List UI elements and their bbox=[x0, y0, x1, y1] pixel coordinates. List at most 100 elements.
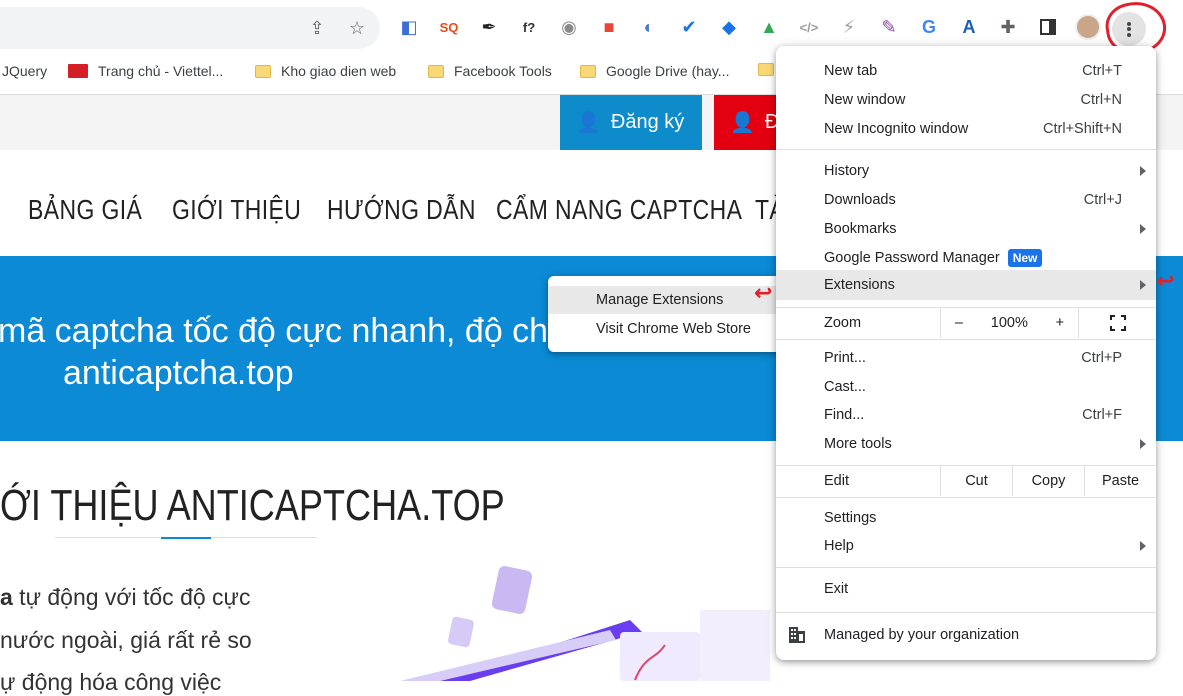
menu-item-label: Google Password Manager bbox=[824, 250, 1000, 266]
shortcut-label: Ctrl+N bbox=[1080, 92, 1123, 108]
camera-ext-icon[interactable]: ◉ bbox=[558, 16, 580, 38]
zoom-controls: – 100% + bbox=[940, 308, 1078, 338]
exit-item[interactable]: Exit bbox=[776, 575, 1156, 603]
bookmark-folder-facebook[interactable]: Facebook Tools bbox=[428, 63, 552, 79]
new-tab-item[interactable]: New tab Ctrl+T bbox=[776, 57, 1156, 85]
menu-item-label: New tab bbox=[824, 63, 878, 79]
menu-item-label: History bbox=[824, 163, 870, 179]
copy-button[interactable]: Copy bbox=[1012, 466, 1084, 496]
seoquake-ext-icon[interactable]: SQ bbox=[438, 16, 460, 38]
font-a-ext-icon[interactable]: A bbox=[958, 16, 980, 38]
lightning-ext-icon[interactable]: ⚡ bbox=[838, 16, 860, 38]
folder-icon bbox=[758, 63, 774, 76]
profile-avatar[interactable] bbox=[1075, 14, 1101, 40]
tag-ext-icon[interactable]: ◆ bbox=[718, 16, 740, 38]
find-item[interactable]: Find... Ctrl+F bbox=[776, 401, 1156, 429]
extensions-item[interactable]: Extensions bbox=[776, 270, 1156, 300]
menu-divider bbox=[776, 567, 1156, 568]
cast-item[interactable]: Cast... bbox=[776, 373, 1156, 401]
cut-label: Cut bbox=[965, 473, 988, 489]
zoom-level: 100% bbox=[990, 315, 1028, 331]
bold-text: a bbox=[0, 584, 13, 610]
new-window-item[interactable]: New window Ctrl+N bbox=[776, 86, 1156, 114]
extensions-submenu: Manage Extensions Visit Chrome Web Store bbox=[548, 276, 786, 352]
annotation-arrow-icon: ↩ bbox=[754, 280, 773, 305]
bookmarks-item[interactable]: Bookmarks bbox=[776, 215, 1156, 243]
decorative-illustration bbox=[400, 566, 770, 681]
menu-item-label: Edit bbox=[824, 473, 849, 489]
feather-ext-icon[interactable]: ✎ bbox=[878, 16, 900, 38]
eyedropper-ext-icon[interactable]: ✒ bbox=[478, 16, 500, 38]
menu-item-label: Find... bbox=[824, 407, 865, 423]
menu-item-label: Print... bbox=[824, 350, 866, 366]
paste-button[interactable]: Paste bbox=[1084, 466, 1156, 496]
nav-item-captcha-handbook[interactable]: CẨM NANG CAPTCHA bbox=[496, 194, 742, 226]
globe-ext-icon[interactable]: ◐ bbox=[638, 16, 660, 38]
check-ext-icon[interactable]: ✔ bbox=[678, 16, 700, 38]
print-item[interactable]: Print... Ctrl+P bbox=[776, 344, 1156, 372]
google-drive-ext-icon[interactable]: ▲ bbox=[758, 16, 780, 38]
downloads-item[interactable]: Downloads Ctrl+J bbox=[776, 186, 1156, 214]
menu-item-label: Downloads bbox=[824, 192, 896, 208]
about-heading: ỚI THIỆU ANTICAPTCHA.TOP bbox=[0, 481, 505, 530]
submenu-arrow-icon bbox=[1140, 280, 1146, 290]
nav-item-about[interactable]: GIỚI THIỆU bbox=[172, 194, 301, 226]
copy-label: Copy bbox=[1031, 473, 1066, 489]
user-lock-icon: 👤 bbox=[730, 112, 755, 134]
fullscreen-button[interactable] bbox=[1078, 308, 1156, 338]
shortcut-label: Ctrl+T bbox=[1082, 63, 1122, 79]
bookmark-star-icon[interactable]: ☆ bbox=[345, 16, 369, 40]
shortcut-label: Ctrl+P bbox=[1081, 350, 1122, 366]
cut-button[interactable]: Cut bbox=[940, 466, 1012, 496]
edit-row: Edit Cut Copy Paste bbox=[776, 466, 1156, 496]
extensions-puzzle-icon[interactable]: ✚ bbox=[996, 15, 1020, 39]
address-bar[interactable]: ⇪ ☆ bbox=[0, 7, 380, 49]
translate-ext-icon[interactable]: G bbox=[918, 16, 940, 38]
about-text-line-2: nước ngoài, giá rất rẻ so bbox=[0, 627, 252, 653]
bookmark-label: Google Drive (hay... bbox=[606, 63, 730, 79]
history-item[interactable]: History bbox=[776, 157, 1156, 185]
zoom-in-button[interactable]: + bbox=[1056, 315, 1064, 331]
color-picker-ext-icon[interactable]: ■ bbox=[598, 16, 620, 38]
folder-icon bbox=[580, 64, 596, 78]
bookmark-label: Trang chủ - Viettel... bbox=[98, 63, 224, 79]
about-text-line-3: ự động hóa công việc bbox=[0, 669, 222, 695]
submenu-arrow-icon bbox=[1140, 439, 1146, 449]
menu-item-label: Help bbox=[824, 538, 854, 554]
menu-divider bbox=[776, 339, 1156, 340]
manage-extensions-item[interactable]: Manage Extensions bbox=[548, 286, 786, 314]
about-text-line-1: a tự động với tốc độ cực bbox=[0, 584, 250, 611]
paste-label: Paste bbox=[1101, 473, 1140, 489]
password-manager-item[interactable]: Google Password Manager New bbox=[776, 244, 1156, 272]
code-ext-icon[interactable]: </> bbox=[798, 16, 820, 38]
bookmark-folder-drive[interactable]: Google Drive (hay... bbox=[580, 63, 729, 79]
share-icon[interactable]: ⇪ bbox=[305, 16, 329, 40]
folder-icon bbox=[255, 64, 271, 78]
heading-accent bbox=[161, 537, 211, 539]
zoom-out-button[interactable]: – bbox=[955, 315, 963, 331]
menu-item-label: Cast... bbox=[824, 379, 866, 395]
menu-divider bbox=[776, 149, 1156, 150]
managed-by-org-item[interactable]: Managed by your organization bbox=[776, 621, 1156, 649]
nav-item-guide[interactable]: HƯỚNG DẪN bbox=[327, 194, 476, 226]
menu-divider bbox=[776, 612, 1156, 613]
menu-item-label: Visit Chrome Web Store bbox=[596, 321, 751, 337]
bookmark-jquery[interactable]: JQuery bbox=[2, 63, 47, 79]
menu-item-label: New window bbox=[824, 92, 906, 108]
settings-item[interactable]: Settings bbox=[776, 504, 1156, 532]
visit-web-store-item[interactable]: Visit Chrome Web Store bbox=[548, 315, 786, 343]
new-incognito-item[interactable]: New Incognito window Ctrl+Shift+N bbox=[776, 115, 1156, 143]
bookmark-label: Facebook Tools bbox=[454, 63, 552, 79]
paragraph-text: tự động với tốc độ cực bbox=[12, 584, 251, 610]
font-finder-ext-icon[interactable]: f? bbox=[518, 16, 540, 38]
bookmark-folder-kho[interactable]: Kho giao dien web bbox=[255, 63, 396, 79]
nav-item-pricing[interactable]: BẢNG GIÁ bbox=[28, 194, 142, 226]
menu-item-label: New Incognito window bbox=[824, 121, 969, 137]
side-panel-icon[interactable] bbox=[1036, 15, 1060, 39]
help-item[interactable]: Help bbox=[776, 532, 1156, 560]
more-tools-item[interactable]: More tools bbox=[776, 430, 1156, 458]
register-button[interactable]: 👤 Đăng ký bbox=[560, 95, 702, 150]
viettel-icon bbox=[68, 64, 88, 78]
screen-capture-ext-icon[interactable]: ◧ bbox=[398, 16, 420, 38]
bookmark-viettel[interactable]: Trang chủ - Viettel... bbox=[68, 63, 223, 79]
